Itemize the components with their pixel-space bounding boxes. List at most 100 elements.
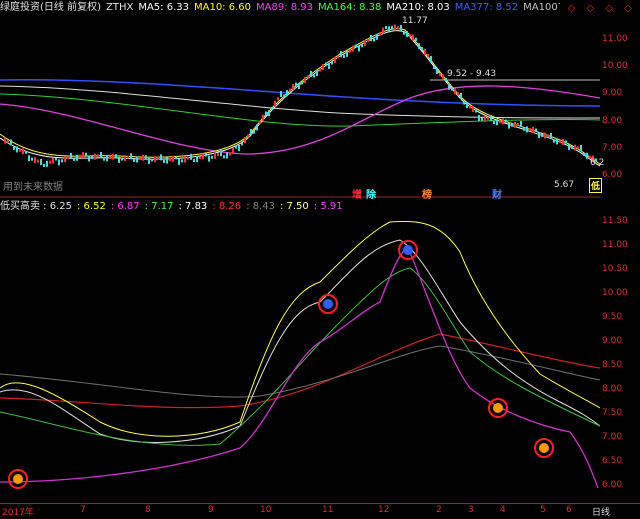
event-tag[interactable]: 除 [366,186,376,201]
event-tag[interactable]: 财 [492,186,502,201]
candle [163,159,165,163]
candle [91,156,93,160]
candle [310,71,312,77]
candle [442,74,444,81]
pane-control-icons[interactable]: ◇ ◇ ◇ ◇ [568,3,636,14]
candle [67,156,69,160]
candle [142,154,144,161]
time-axis-label: 6 [566,505,572,515]
candle [298,83,300,89]
candle [25,150,27,154]
candle [418,43,420,50]
sell-signal-icon[interactable] [318,294,338,314]
candle [43,163,45,167]
candle [532,126,534,133]
candle [556,138,558,145]
indicator-chart-pane[interactable] [0,212,600,502]
candle [538,132,540,139]
candle [487,116,489,120]
candle [415,37,417,41]
price-pane-legend: 绿庭投资(日线 前复权) ZTHX MA5: 6.33 MA10: 6.60 MA89:… [0,1,560,15]
candle [439,73,441,76]
candle [343,54,345,58]
candle [523,127,525,131]
bottom-legend-item-2: : 6.87 [110,201,140,212]
candle [133,158,135,162]
time-axis-label: 5 [540,505,546,515]
candle [466,102,468,108]
candle [70,153,72,159]
candle [88,155,90,162]
candle [205,153,207,157]
bottom-legend-item-7: : 7.50 [279,201,309,212]
candle [520,121,522,127]
top-legend-item-0: 绿庭投资(日线 前复权) [0,2,101,13]
buy-signal-icon[interactable] [534,438,554,458]
candle [511,123,513,127]
low-price-annotation: 5.67 [554,180,575,190]
candle [4,137,6,144]
price-ma-line [0,28,600,165]
candle [526,126,528,133]
time-axis-label: 2017年 [2,508,34,518]
candle [271,106,273,110]
candle [355,44,357,48]
buy-signal-icon[interactable] [8,469,28,489]
candle [301,81,303,85]
candle [16,146,18,153]
candle [292,84,294,90]
timeframe-tab[interactable]: 日线 [592,505,610,518]
candle [79,154,81,158]
candle [232,148,234,154]
candle [409,34,411,38]
candle [274,100,276,107]
candle [154,156,156,163]
candle [559,140,561,144]
sell-signal-icon[interactable] [398,240,418,260]
candle [280,91,282,97]
indicator-axis-tick: 11.50 [602,216,628,226]
price-chart-pane[interactable] [0,14,600,198]
candle [502,118,504,125]
candle [55,157,57,161]
candle [499,120,501,124]
candle [451,87,453,91]
range-annotation: 9.52 - 9.43 [447,69,497,79]
top-legend-item-7: MA377: 8.52 [454,2,519,13]
candlestick-series [4,24,597,167]
candle [253,130,255,134]
candle [475,109,477,113]
candle [46,160,48,167]
candle [106,155,108,162]
top-legend-item-4: MA89: 8.93 [256,2,314,13]
candle [406,30,408,37]
top-legend-item-8: MA1007: - [523,2,560,13]
candle [40,159,42,165]
candle [229,152,231,156]
event-tag[interactable]: 榜 [422,186,432,201]
price-axis-tick: 8.00 [602,115,623,126]
candle [514,121,516,128]
candle [430,56,432,62]
candle [151,158,153,162]
event-tag[interactable]: 增 [352,186,362,201]
candle [268,110,270,117]
top-legend-item-5: MA164: 8.38 [318,2,382,13]
candle [397,26,399,30]
price-axis-tick: 7.00 [602,142,623,153]
indicator-axis-tick: 10.00 [602,288,628,298]
top-legend-item-2: MA5: 6.33 [138,2,189,13]
candle [550,133,552,139]
candle [13,146,15,150]
indicator-axis-tick: 6.50 [602,456,623,466]
candle [319,68,321,72]
candle [382,27,384,34]
candle [322,64,324,70]
candle [28,155,30,162]
candle [49,160,51,164]
price-axis-tick: 6.00 [602,170,623,180]
buy-signal-icon[interactable] [488,398,508,418]
candle [421,47,423,50]
candle [505,119,507,123]
indicator-axis-tick: 7.50 [602,408,623,418]
